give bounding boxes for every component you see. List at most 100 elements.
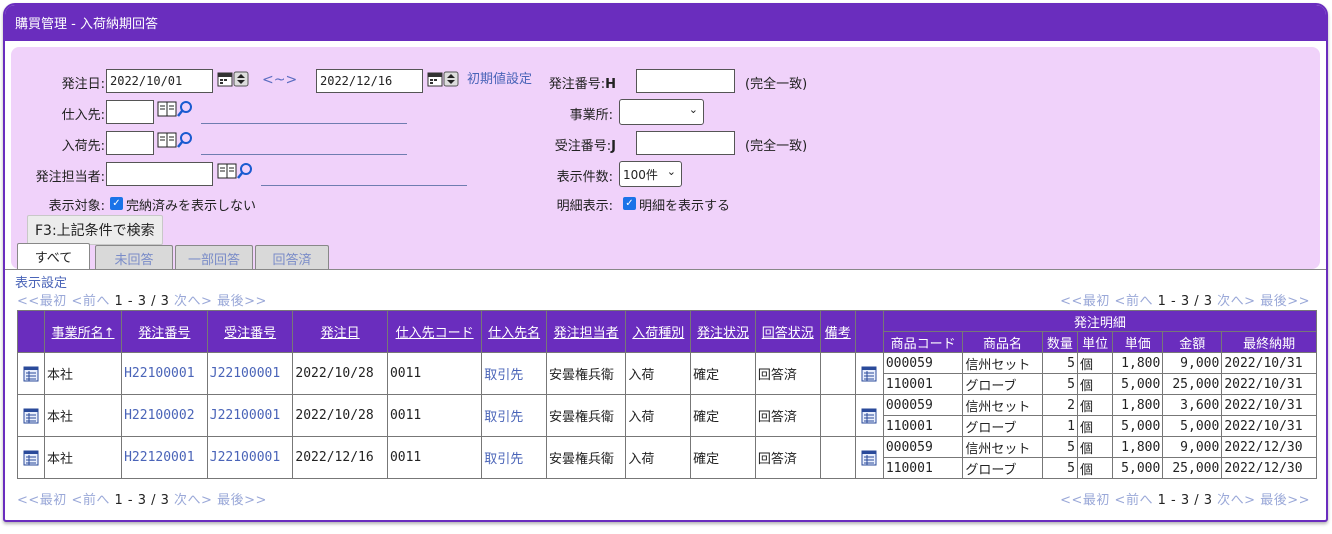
detail-list-icon[interactable] (17, 436, 45, 479)
order-no-input[interactable] (636, 69, 735, 93)
pager-first[interactable]: <<最初 (17, 294, 67, 309)
sales-no-link[interactable]: J22100001 (206, 352, 294, 395)
col-office[interactable]: 事業所名↑ (43, 310, 123, 353)
calendar-icon[interactable] (217, 70, 251, 92)
cell-price: 5,000 (1112, 415, 1164, 437)
col-status[interactable]: 発注状況 (690, 310, 756, 353)
pager-prev[interactable]: <前へ (71, 493, 109, 508)
cell-office: 本社 (43, 394, 123, 437)
pager-last[interactable]: 最後>> (1260, 493, 1310, 508)
cell-due: 2022/10/31 (1221, 352, 1317, 374)
cell-due: 2022/12/30 (1221, 436, 1317, 458)
cell-kind: 入荷 (625, 394, 692, 437)
cell-item-code: 110001 (882, 457, 964, 479)
pager-last[interactable]: 最後>> (217, 294, 267, 309)
show-detail-checkbox[interactable]: ✓ (623, 197, 636, 210)
calendar-icon[interactable] (427, 70, 461, 92)
col-qty: 数量 (1041, 331, 1079, 353)
pager-bottom-left: <<最初 <前へ 1 - 3 / 3 次へ> 最後>> (17, 489, 267, 508)
tab-unanswered[interactable]: 未回答 (95, 245, 173, 269)
col-supplier-name[interactable]: 仕入先名 (481, 310, 547, 353)
pager-next[interactable]: 次へ> (174, 294, 212, 309)
search-button[interactable]: F3:上記条件で検索 (27, 215, 163, 245)
book-search-icon[interactable] (217, 161, 257, 185)
tab-answered[interactable]: 回答済 (255, 245, 329, 269)
book-search-icon[interactable] (157, 130, 197, 154)
pager-last[interactable]: 最後>> (1260, 294, 1310, 309)
supplier-name-link[interactable]: 取引先 (481, 394, 547, 437)
cell-due: 2022/10/31 (1221, 373, 1317, 395)
col-supplier-code[interactable]: 仕入先コード (386, 310, 483, 353)
hide-completed-label[interactable]: 完納済みを表示しない (126, 195, 256, 214)
cell-answer: 回答済 (754, 352, 821, 395)
pager-status: 1 - 3 / 3 (1157, 294, 1213, 309)
pager-first[interactable]: <<最初 (1060, 294, 1110, 309)
col-due: 最終納期 (1221, 331, 1317, 353)
col-order-no[interactable]: 発注番号 (121, 310, 208, 353)
hide-completed-checkbox[interactable]: ✓ (110, 197, 123, 210)
order-date-to-input[interactable]: 2022/12/16 (316, 69, 423, 93)
order-no-link[interactable]: H22100002 (121, 394, 208, 437)
pager-last[interactable]: 最後>> (217, 493, 267, 508)
order-no-link[interactable]: H22120001 (121, 436, 208, 479)
count-select[interactable]: 100件 ⌄ (619, 161, 682, 187)
cell-kind: 入荷 (625, 436, 692, 479)
cell-due: 2022/10/31 (1221, 394, 1317, 416)
office-select[interactable]: ⌄ (619, 99, 704, 125)
cell-qty: 1 (1041, 415, 1079, 437)
cell-qty: 2 (1041, 394, 1079, 416)
line-list-icon[interactable] (854, 394, 884, 437)
sales-no-exact-note: (完全一致) (745, 139, 808, 154)
order-table: 事業所名↑ 発注番号 受注番号 発注日 仕入先コード 仕入先名 発注担当者 入荷… (17, 310, 1318, 479)
cell-supplier-code: 0011 (386, 394, 483, 437)
line-list-icon[interactable] (854, 352, 884, 395)
display-settings-link[interactable]: 表示設定 (15, 272, 67, 291)
show-detail-label[interactable]: 明細を表示する (639, 195, 730, 214)
pager-prev[interactable]: <前へ (71, 294, 109, 309)
table-row: 本社 H22100001 J22100001 2022/10/28 0011 取引先 安曇権… (17, 352, 1317, 395)
order-no-link[interactable]: H22100001 (121, 352, 208, 395)
reset-defaults-link[interactable]: 初期値設定 (467, 68, 532, 87)
pager-next[interactable]: 次へ> (1217, 493, 1255, 508)
pager-next[interactable]: 次へ> (174, 493, 212, 508)
sales-no-link[interactable]: J22100001 (206, 394, 294, 437)
supplier-code-input[interactable] (106, 100, 154, 124)
pager-next[interactable]: 次へ> (1217, 294, 1255, 309)
pager-prev[interactable]: <前へ (1115, 294, 1153, 309)
col-order-date[interactable]: 発注日 (292, 310, 388, 353)
col-sales-no[interactable]: 受注番号 (206, 310, 294, 353)
cell-answer: 回答済 (754, 436, 821, 479)
sales-no-link[interactable]: J22100001 (206, 436, 294, 479)
staff-code-input[interactable] (106, 162, 213, 186)
col-kind[interactable]: 入荷種別 (625, 310, 692, 353)
cell-amount: 3,600 (1162, 394, 1223, 416)
supplier-name-link[interactable]: 取引先 (481, 436, 547, 479)
tab-all[interactable]: すべて (17, 243, 90, 269)
cell-note (819, 436, 856, 479)
receiver-code-input[interactable] (106, 131, 154, 155)
pager-prev[interactable]: <前へ (1115, 493, 1153, 508)
tab-partial[interactable]: 一部回答 (175, 245, 253, 269)
detail-list-icon[interactable] (17, 394, 45, 437)
order-date-from-input[interactable]: 2022/10/01 (106, 69, 213, 93)
sales-no-input[interactable] (636, 131, 735, 155)
book-search-icon[interactable] (157, 99, 197, 123)
col-staff[interactable]: 発注担当者 (545, 310, 627, 353)
cell-status: 確定 (690, 352, 756, 395)
cell-amount: 9,000 (1162, 352, 1223, 374)
pager-first[interactable]: <<最初 (17, 493, 67, 508)
col-answer[interactable]: 回答状況 (754, 310, 821, 353)
target-label: 表示対象: (48, 199, 105, 214)
supplier-name-link[interactable]: 取引先 (481, 352, 547, 395)
line-list-icon[interactable] (854, 436, 884, 479)
cell-office: 本社 (43, 436, 123, 479)
cell-unit: 個 (1076, 415, 1114, 437)
order-no-label: 発注番号:H (548, 77, 616, 92)
col-note[interactable]: 備考 (819, 310, 856, 353)
cell-item-name: グローブ (962, 415, 1043, 437)
receiver-label: 入荷先: (61, 139, 105, 154)
cell-amount: 25,000 (1162, 373, 1223, 395)
receiver-name-display (201, 154, 407, 155)
detail-list-icon[interactable] (17, 352, 45, 395)
pager-first[interactable]: <<最初 (1060, 493, 1110, 508)
